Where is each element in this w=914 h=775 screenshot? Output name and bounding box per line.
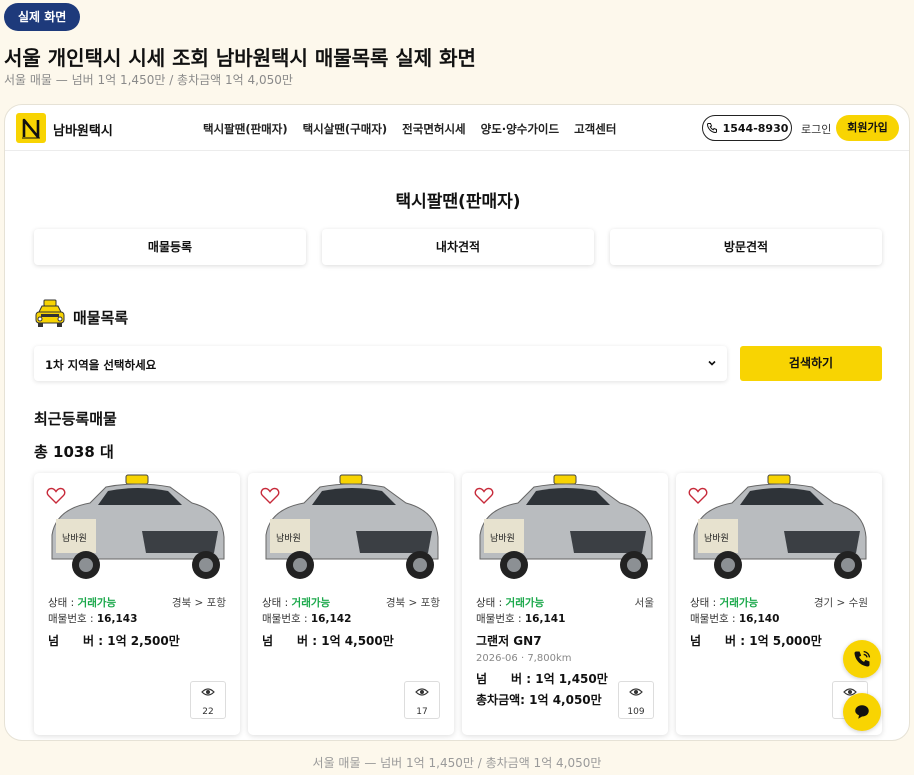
nav-customer-center[interactable]: 고객센터 [574,121,616,137]
status-label: 상태 : [690,597,717,609]
taxi-car-image: 남바원 [693,474,867,579]
listing-number: 매물번호 : 16,142 [262,611,351,626]
register-listing-button[interactable]: 매물등록 [34,229,306,265]
status-badge: 거래가능 [77,597,117,609]
car-model: 그랜저 GN7 [476,634,542,648]
recent-listings-title: 최근등록매물 [34,410,117,428]
login-link[interactable]: 로그인 [801,121,831,137]
listing-number-value: 16,141 [524,613,566,625]
section-title: 택시팔땐(판매자) [395,192,521,212]
status-line: 상태 : 거래가능 [476,595,544,610]
taxi-icon [35,299,65,327]
heart-icon[interactable] [688,487,708,505]
nav-transfer-guide[interactable]: 양도·양수가이드 [481,121,559,137]
chevron-down-icon [708,360,716,366]
listing-number: 매물번호 : 16,140 [690,611,779,626]
eye-icon [201,688,215,696]
phone-icon [706,123,717,134]
signup-button[interactable]: 회원가입 [836,115,899,141]
svg-text:남바원: 남바원 [490,533,515,544]
listing-number-value: 16,143 [96,613,138,625]
views-counter: 17 [404,681,440,719]
region-label: 경기 > 수원 [813,597,868,609]
brand-name[interactable]: 남바원택시 [53,120,113,139]
listing-number-label: 매물번호 : [262,613,308,625]
region-select[interactable]: 1차 지역을 선택하세요 [34,346,727,381]
screenshot-frame: 남바원택시 택시팔땐(판매자) 택시살땐(구매자) 전국면허시세 양도·양수가이… [4,104,910,741]
heart-icon[interactable] [46,487,66,505]
taxi-car-image: 남바원 [51,474,225,579]
listing-number-value: 16,140 [738,613,780,625]
site-header: 남바원택시 택시팔땐(판매자) 택시살땐(구매자) 전국면허시세 양도·양수가이… [5,105,909,151]
svg-text:남바원: 남바원 [276,533,301,544]
total-price: 총차금액: 1억 4,050만 [476,693,602,707]
svg-text:남바원: 남바원 [62,533,87,544]
region-label: 경북 > 포항 [171,597,226,609]
page-caption: 서울 매물 — 넘버 1억 1,450만 / 총차금액 1억 4,050만 [312,756,602,770]
number-price: 넘 버 : 1억 4,500만 [262,634,394,648]
status-badge: 거래가능 [719,597,759,609]
chat-button[interactable] [843,693,881,731]
main-nav: 택시팔땐(판매자) 택시살땐(구매자) 전국면허시세 양도·양수가이드 고객센터 [203,121,616,137]
number-price: 넘 버 : 1억 5,000만 [690,634,822,648]
status-label: 상태 : [48,597,75,609]
view-count: 22 [202,707,214,717]
chat-icon [855,705,869,719]
heart-icon[interactable] [474,487,494,505]
my-car-quote-button[interactable]: 내차견적 [322,229,594,265]
eye-icon [629,688,643,696]
status-label: 상태 : [476,597,503,609]
page-title: 서울 개인택시 시세 조회 남바원택시 매물목록 실제 화면 [4,46,476,70]
visit-quote-button[interactable]: 방문견적 [610,229,882,265]
listing-heading: 매물목록 [73,309,129,327]
total-count: 총 1038 대 [34,443,114,461]
phone-button[interactable]: 1544-8930 [702,115,792,141]
listing-number-label: 매물번호 : [690,613,736,625]
view-count: 17 [416,707,428,717]
eye-icon [415,688,429,696]
phone-call-button[interactable] [843,640,881,678]
svg-text:남바원: 남바원 [704,533,729,544]
nav-buyer[interactable]: 택시살땐(구매자) [303,121,388,137]
page-subtitle: 서울 매물 — 넘버 1억 1,450만 / 총차금액 1억 4,050만 [4,73,293,87]
taxi-car-image: 남바원 [479,474,653,579]
listing-card[interactable]: 남바원 상태 : 거래가능 서울 매물번호 : 16,141 그랜저 GN7 2… [462,473,668,735]
car-meta: 2026-06 · 7,800km [476,653,572,664]
listing-number: 매물번호 : 16,141 [476,611,565,626]
screen-badge: 실제 화면 [4,3,81,31]
listing-number: 매물번호 : 16,143 [48,611,137,626]
nav-license-price[interactable]: 전국면허시세 [402,121,465,137]
status-line: 상태 : 거래가능 [262,595,330,610]
view-count: 109 [627,707,645,717]
number-price: 넘 버 : 1억 1,450만 [476,672,608,686]
heart-icon[interactable] [260,487,280,505]
nav-seller[interactable]: 택시팔땐(판매자) [203,121,288,137]
views-counter: 109 [618,681,654,719]
listing-card[interactable]: 남바원 상태 : 거래가능 경북 > 포항 매물번호 : 16,143 넘 버 … [34,473,240,735]
listing-number-value: 16,142 [310,613,352,625]
status-badge: 거래가능 [505,597,545,609]
status-label: 상태 : [262,597,289,609]
listing-card[interactable]: 남바원 상태 : 거래가능 경북 > 포항 매물번호 : 16,142 넘 버 … [248,473,454,735]
phone-number: 1544-8930 [722,121,789,135]
status-line: 상태 : 거래가능 [48,595,116,610]
region-label: 서울 [634,597,654,609]
number-price: 넘 버 : 1억 2,500만 [48,634,180,648]
listing-number-label: 매물번호 : [48,613,94,625]
region-select-value: 1차 지역을 선택하세요 [45,358,157,372]
listing-number-label: 매물번호 : [476,613,522,625]
search-button[interactable]: 검색하기 [740,346,882,381]
views-counter: 22 [190,681,226,719]
status-badge: 거래가능 [291,597,331,609]
region-label: 경북 > 포항 [385,597,440,609]
phone-call-icon [854,650,871,667]
logo-n-icon[interactable] [16,113,46,143]
taxi-car-image: 남바원 [265,474,439,579]
status-line: 상태 : 거래가능 [690,595,758,610]
